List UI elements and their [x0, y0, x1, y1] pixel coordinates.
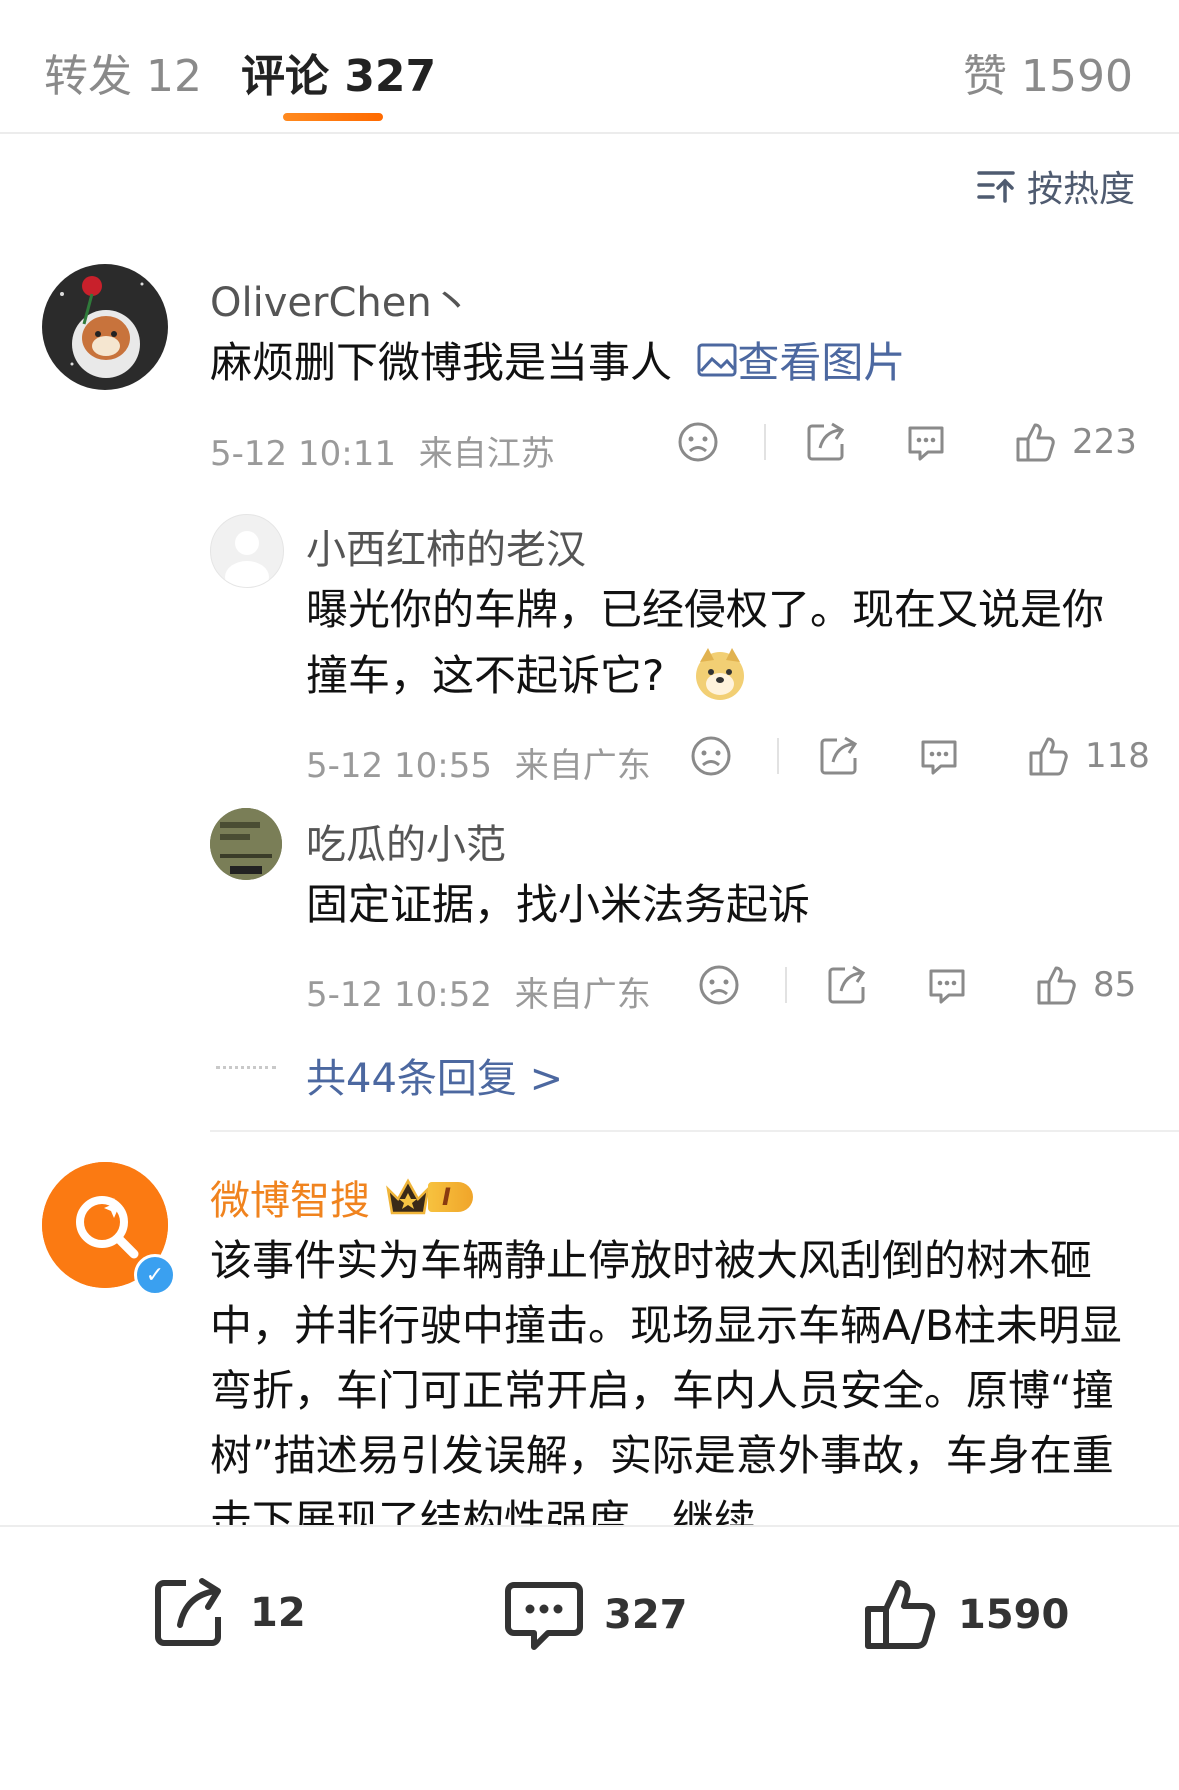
verified-icon: ✓ [134, 1254, 176, 1296]
view-image-label: 查看图片 [737, 338, 906, 387]
ai-username-row: 微博智搜 I [210, 1168, 473, 1226]
sort-button[interactable]: 按热度 [977, 160, 1135, 212]
comment-text: 麻烦删下微博我是当事人 查看图片 [210, 330, 905, 396]
dislike-icon[interactable] [676, 420, 720, 464]
bottom-action-bar: 12 327 1590 [0, 1525, 1179, 1790]
reply-meta: 5-12 10:55 来自广东 [306, 738, 651, 787]
ai-username[interactable]: 微博智搜 [210, 1168, 370, 1226]
like-button[interactable]: 1590 [862, 1577, 1069, 1653]
reply-actions: 118 [689, 734, 1150, 778]
reply-text: 固定证据，找小米法务起诉 [306, 880, 811, 929]
reply-text: 曝光你的车牌，已经侵权了。现在又说是你撞车，这不起诉它? [306, 577, 1126, 709]
image-icon [697, 343, 737, 377]
dislike-icon[interactable] [697, 963, 741, 1007]
reply-icon[interactable] [917, 734, 961, 778]
avatar[interactable] [210, 514, 284, 588]
comment-icon [504, 1577, 604, 1653]
action-divider [764, 424, 766, 460]
view-image-link[interactable]: 查看图片 [697, 338, 905, 387]
reply-actions: 85 [697, 963, 1136, 1007]
avatar[interactable] [210, 808, 282, 880]
repost-count: 12 [250, 1590, 306, 1636]
ai-comment-text: 该事件实为车辆静止停放时被大风刮倒的树木砸中，并非行驶中撞击。现场显示车辆A/B… [210, 1236, 1122, 1525]
like-icon[interactable] [1035, 963, 1079, 1007]
active-tab-indicator [283, 113, 383, 121]
reply-icon[interactable] [925, 963, 969, 1007]
comment-location: 来自江苏 [418, 434, 555, 474]
comment-divider [210, 1130, 1179, 1132]
member-badge: I [384, 1177, 473, 1217]
reply-time: 5-12 10:52 [306, 975, 492, 1015]
like-count: 118 [1085, 736, 1150, 776]
badge-level: I [428, 1182, 473, 1212]
dislike-icon[interactable] [689, 734, 733, 778]
comment-meta: 5-12 10:11 来自江苏 [210, 426, 555, 475]
repost-icon [152, 1577, 250, 1649]
reply-username[interactable]: 小西红柿的老汉 [306, 517, 586, 575]
sort-label: 按热度 [1026, 169, 1135, 210]
like-icon[interactable] [1027, 734, 1071, 778]
reply-location: 来自广东 [514, 746, 651, 786]
comment-actions: 223 [676, 420, 1137, 464]
reply-username[interactable]: 吃瓜的小范 [306, 812, 506, 870]
more-replies-link[interactable]: 共44条回复 > [306, 1046, 563, 1104]
avatar[interactable] [42, 264, 168, 390]
thumbs-up-icon [862, 1577, 958, 1653]
action-divider [785, 967, 787, 1003]
comment-tabs: 转发 12 评论 327 赞 1590 [0, 0, 1179, 134]
tab-likes[interactable]: 赞 1590 [963, 40, 1133, 104]
like-icon[interactable] [1014, 420, 1058, 464]
reply-icon[interactable] [904, 420, 948, 464]
like-total: 1590 [958, 1592, 1070, 1638]
share-icon[interactable] [804, 420, 848, 464]
reply-time: 5-12 10:55 [306, 746, 492, 786]
repost-button[interactable]: 12 [152, 1577, 306, 1649]
doge-emoji-icon [692, 646, 748, 702]
comment-time: 5-12 10:11 [210, 434, 396, 474]
share-icon[interactable] [825, 963, 869, 1007]
like-count: 223 [1072, 422, 1137, 462]
tab-repost[interactable]: 转发 12 [44, 40, 202, 104]
comment-body: 麻烦删下微博我是当事人 [210, 338, 673, 387]
like-count: 85 [1093, 965, 1137, 1005]
tab-comment[interactable]: 评论 327 [241, 40, 436, 104]
comment-count: 327 [604, 1592, 688, 1638]
comment-button[interactable]: 327 [504, 1577, 688, 1653]
share-icon[interactable] [817, 734, 861, 778]
action-divider [777, 738, 779, 774]
sort-icon [977, 168, 1027, 204]
avatar[interactable]: ✓ [42, 1162, 176, 1296]
reply-location: 来自广东 [514, 975, 651, 1015]
more-replies-dots [216, 1066, 276, 1069]
comment-username[interactable]: OliverChen丶 [210, 270, 472, 328]
crown-icon [384, 1177, 432, 1217]
reply-meta: 5-12 10:52 来自广东 [306, 967, 651, 1016]
